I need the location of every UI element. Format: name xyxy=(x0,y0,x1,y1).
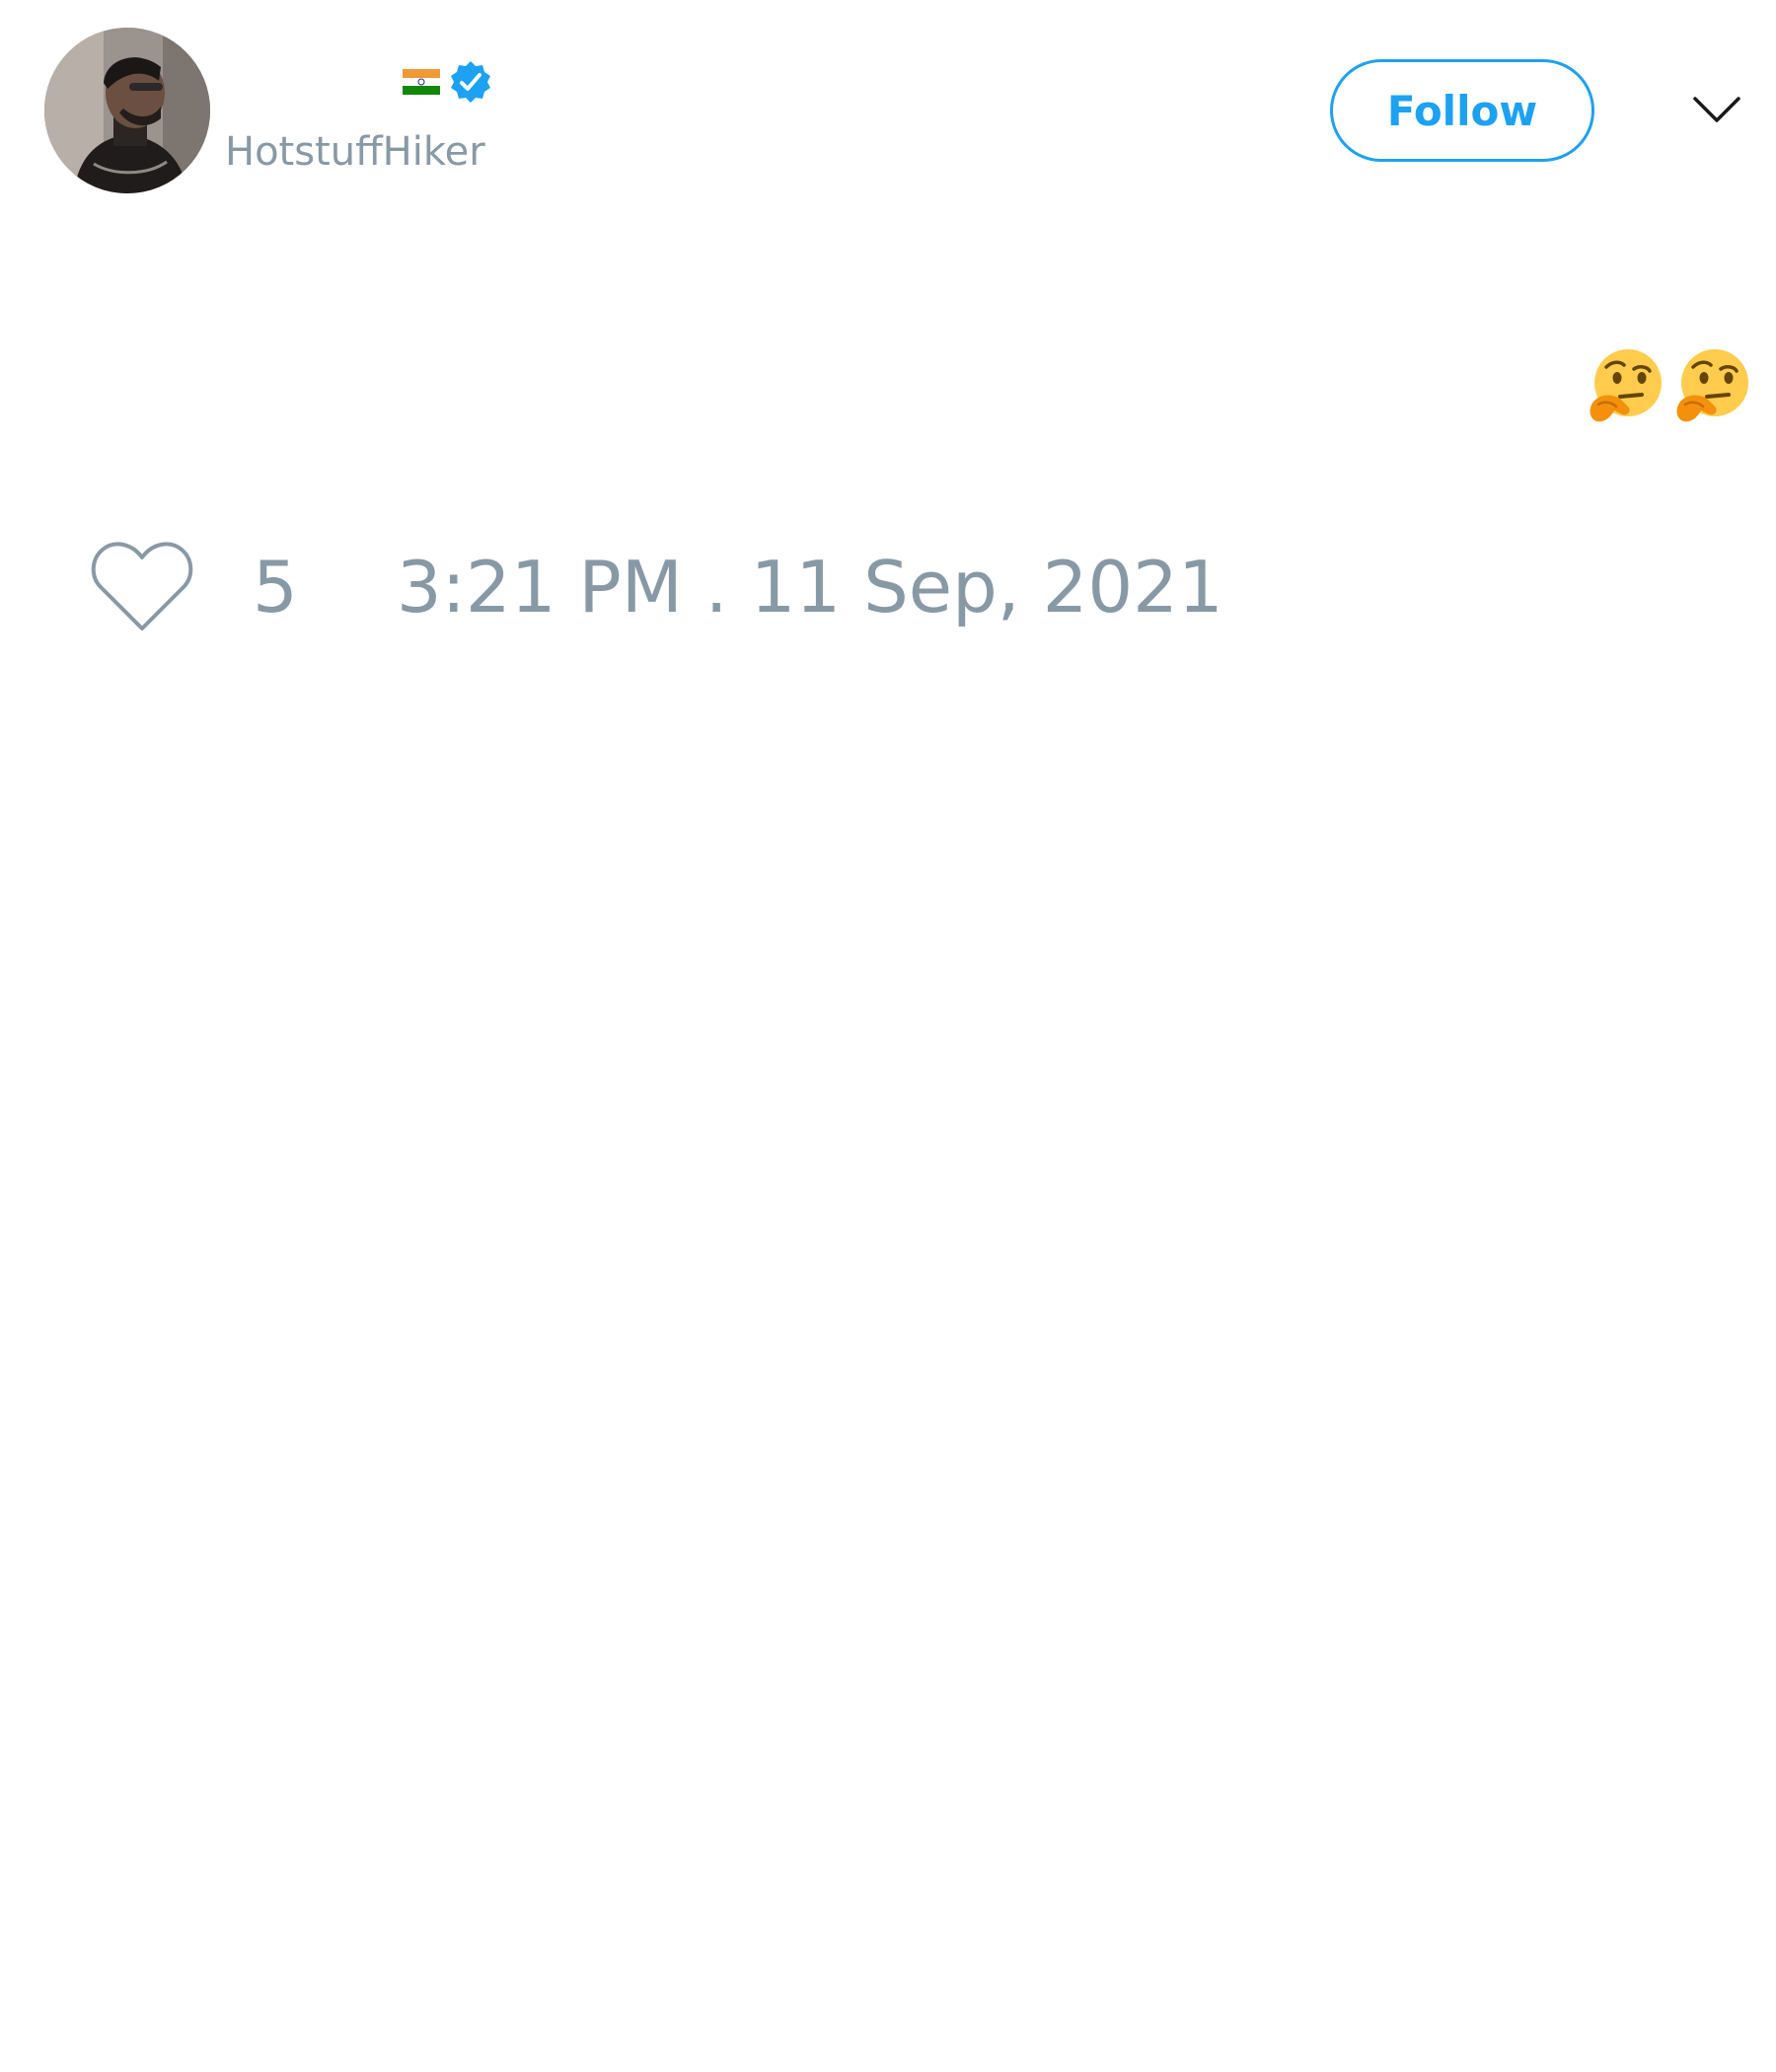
thinking-face-emoji xyxy=(1676,349,1748,422)
avatar[interactable] xyxy=(44,28,210,193)
user-handle[interactable]: HotstuffHiker xyxy=(225,126,485,178)
display-name-line xyxy=(395,59,493,105)
tweet-header: HotstuffHiker Follow xyxy=(0,0,1776,237)
like-count: 5 xyxy=(253,546,298,629)
chevron-down-icon[interactable] xyxy=(1691,89,1742,128)
thinking-face-emoji xyxy=(1590,349,1662,422)
timestamp[interactable]: 3:21 PM . 11 Sep, 2021 xyxy=(397,538,1223,636)
follow-button[interactable]: Follow xyxy=(1330,59,1594,162)
tweet-footer: 5 3:21 PM . 11 Sep, 2021 xyxy=(89,538,1223,636)
tweet-text xyxy=(1585,345,1754,428)
india-flag-icon xyxy=(403,69,440,95)
avatar-image xyxy=(44,28,210,193)
verified-badge-icon xyxy=(451,61,490,103)
heart-icon[interactable] xyxy=(89,538,195,636)
